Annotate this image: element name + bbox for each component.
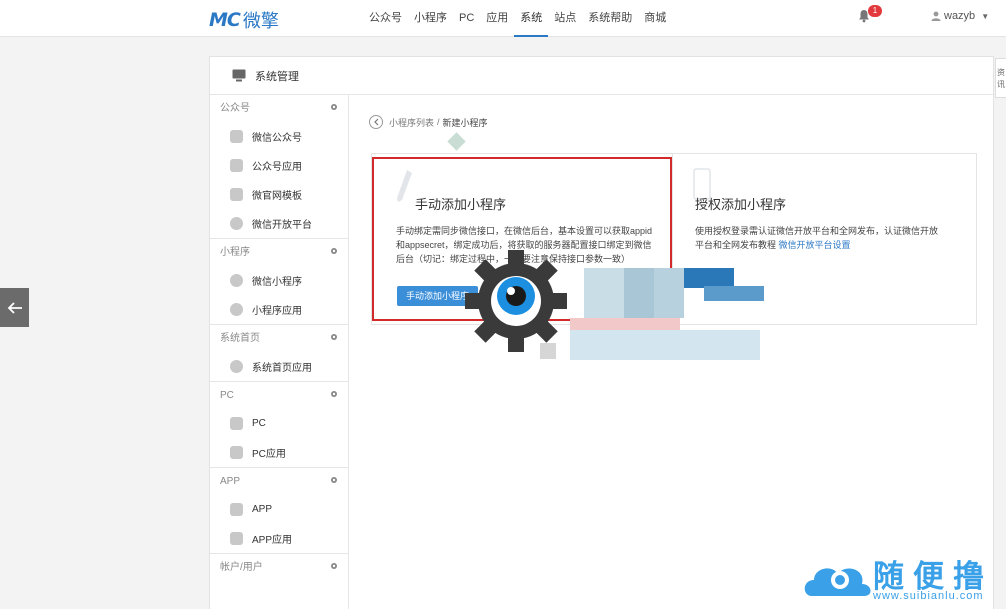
sidebar-group-title: 帐户/用户 bbox=[210, 554, 348, 581]
sidebar-group: 帐户/用户 bbox=[210, 553, 348, 581]
panel-header: 系统管理 bbox=[210, 57, 993, 95]
sidebar-item[interactable]: PC bbox=[210, 409, 348, 438]
sidebar-group: APP APP APP应用 bbox=[210, 467, 348, 553]
auth-card-title: 授权添加小程序 bbox=[695, 197, 787, 212]
panel-title: 系统管理 bbox=[255, 70, 299, 83]
template-icon bbox=[230, 188, 243, 201]
sidebar-group-title: 系统首页 bbox=[210, 325, 348, 352]
sidebar-item[interactable]: 微官网模板 bbox=[210, 180, 348, 209]
wechat-icon bbox=[230, 130, 243, 143]
sidebar-item-label: APP bbox=[252, 504, 273, 515]
sidebar-item[interactable]: 小程序应用 bbox=[210, 295, 348, 324]
gear-icon[interactable] bbox=[330, 390, 338, 398]
sidebar-item[interactable]: APP bbox=[210, 495, 348, 524]
arrow-left-icon bbox=[7, 301, 22, 314]
sidebar-group-title: APP bbox=[210, 468, 348, 495]
back-arrow-button[interactable] bbox=[0, 288, 29, 327]
pixelated-overlay bbox=[540, 268, 780, 363]
watermark-url: www.suibianlu.com bbox=[873, 590, 984, 602]
app-icon bbox=[230, 303, 243, 316]
gear-icon[interactable] bbox=[330, 333, 338, 341]
sidebar-group-title: 公众号 bbox=[210, 95, 348, 122]
mobile-icon bbox=[230, 503, 243, 516]
nav-item[interactable]: 系统帮助 bbox=[582, 0, 638, 37]
gear-eye-icon bbox=[465, 250, 567, 352]
sidebar-item[interactable]: 系统首页应用 bbox=[210, 352, 348, 381]
app-icon bbox=[230, 446, 243, 459]
open-platform-settings-link[interactable]: 微信开放平台设置 bbox=[779, 240, 851, 250]
back-circle-button[interactable] bbox=[369, 115, 383, 129]
sidebar-group-title: 小程序 bbox=[210, 239, 348, 266]
nav-item[interactable]: 商城 bbox=[638, 0, 672, 37]
sidebar-item-label: 系统首页应用 bbox=[252, 363, 312, 374]
monitor-icon bbox=[232, 69, 246, 82]
sidebar-item-label: 微官网模板 bbox=[252, 191, 302, 202]
breadcrumb-current: 新建小程序 bbox=[442, 117, 488, 128]
gear-icon[interactable] bbox=[330, 103, 338, 111]
brand-name: 微擎 bbox=[242, 11, 279, 31]
sidebar-group: 小程序微信小程序小程序应用 bbox=[210, 238, 348, 324]
group-title-label: PC bbox=[220, 390, 234, 401]
sidebar-item-label: 小程序应用 bbox=[252, 306, 302, 317]
open-platform-icon bbox=[230, 217, 243, 230]
sidebar-item-label: 公众号应用 bbox=[252, 162, 302, 173]
auth-card-desc: 使用授权登录需认证微信开放平台和全网发布，认证微信开放 平台和全网发布教程 微信… bbox=[695, 224, 965, 252]
nav-item[interactable]: PC bbox=[453, 0, 480, 37]
user-menu[interactable]: wazyb ▼ bbox=[931, 10, 989, 22]
sidebar-group: 系统首页系统首页应用 bbox=[210, 324, 348, 381]
miniprogram-icon bbox=[230, 274, 243, 287]
sidebar-item-label: APP应用 bbox=[252, 535, 293, 546]
chevron-left-icon bbox=[374, 118, 379, 126]
group-title-label: APP bbox=[220, 476, 241, 487]
sidebar-item[interactable]: 微信小程序 bbox=[210, 266, 348, 295]
sidebar-item-label: PC bbox=[252, 418, 266, 429]
user-icon bbox=[931, 11, 941, 21]
sidebar-item-label: 微信公众号 bbox=[252, 133, 302, 144]
gear-icon[interactable] bbox=[330, 562, 338, 570]
sidebar-item-label: 微信开放平台 bbox=[252, 220, 312, 231]
nav-item[interactable]: 应用 bbox=[480, 0, 514, 37]
nav-item[interactable]: 小程序 bbox=[408, 0, 453, 37]
system-sidebar: 公众号微信公众号公众号应用微官网模板微信开放平台小程序微信小程序小程序应用系统首… bbox=[210, 95, 349, 609]
group-title-label: 帐户/用户 bbox=[220, 562, 263, 573]
breadcrumb-parent[interactable]: 小程序列表 bbox=[389, 116, 434, 129]
sidebar-group-title: PC bbox=[210, 382, 348, 409]
sidebar-group: 公众号微信公众号公众号应用微官网模板微信开放平台 bbox=[210, 95, 348, 238]
home-app-icon bbox=[230, 360, 243, 373]
chevron-down-icon: ▼ bbox=[981, 11, 990, 21]
sidebar-item[interactable]: APP应用 bbox=[210, 524, 348, 553]
nav-item[interactable]: 公众号 bbox=[363, 0, 408, 37]
nav-item[interactable]: 系统 bbox=[514, 0, 549, 37]
sidebar-item[interactable]: PC应用 bbox=[210, 438, 348, 467]
sidebar-item[interactable]: 微信公众号 bbox=[210, 122, 348, 151]
app-icon bbox=[230, 532, 243, 545]
brand-logo[interactable]: MC 微擎 bbox=[209, 7, 279, 33]
sidebar-item-label: PC应用 bbox=[252, 449, 286, 460]
decorative-diamond bbox=[447, 132, 466, 151]
top-navbar: MC 微擎 公众号 小程序 PC 应用 系统 站点 系统帮助 商城 1 wazyb ▼ bbox=[0, 0, 1006, 37]
main-nav: 公众号 小程序 PC 应用 系统 站点 系统帮助 商城 bbox=[363, 0, 672, 37]
breadcrumb: 小程序列表 / 新建小程序 bbox=[369, 115, 488, 129]
gear-icon[interactable] bbox=[330, 247, 338, 255]
breadcrumb-separator: / bbox=[437, 117, 440, 127]
sidebar-group: PC PC PC应用 bbox=[210, 381, 348, 467]
brand-mark: MC bbox=[209, 9, 241, 31]
notification-badge: 1 bbox=[868, 5, 882, 17]
side-news-tab[interactable]: 资 讯 bbox=[995, 58, 1006, 98]
sidebar-item[interactable]: 微信开放平台 bbox=[210, 209, 348, 238]
user-name: wazyb bbox=[944, 10, 976, 22]
pc-icon bbox=[230, 417, 243, 430]
sidebar-item-label: 微信小程序 bbox=[252, 277, 302, 288]
group-title-label: 系统首页 bbox=[220, 333, 260, 344]
app-icon bbox=[230, 159, 243, 172]
nav-item[interactable]: 站点 bbox=[548, 0, 582, 37]
auth-desc-line: 使用授权登录需认证微信开放平台和全网发布，认证微信开放 bbox=[695, 226, 939, 236]
gear-icon[interactable] bbox=[330, 476, 338, 484]
group-title-label: 小程序 bbox=[220, 247, 250, 258]
auth-desc-line: 平台和全网发布教程 bbox=[695, 240, 777, 250]
sidebar-item[interactable]: 公众号应用 bbox=[210, 151, 348, 180]
group-title-label: 公众号 bbox=[220, 103, 250, 114]
